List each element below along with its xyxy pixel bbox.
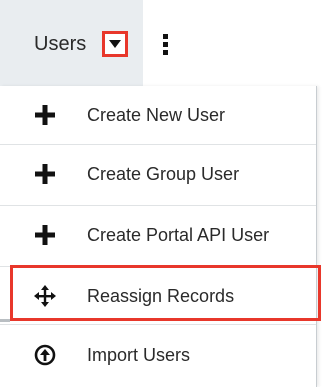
users-module-tab[interactable]: Users xyxy=(0,0,143,86)
move-arrows-icon xyxy=(34,285,56,307)
plus-icon xyxy=(35,164,55,184)
caret-down-icon xyxy=(109,40,121,48)
background-edge xyxy=(0,319,10,322)
users-actions-dropdown: Create New User Create Group User Create… xyxy=(0,86,317,387)
menu-divider xyxy=(0,324,316,325)
menu-item-label: Create New User xyxy=(87,105,226,125)
menu-item-create-new-user[interactable]: Create New User xyxy=(0,86,316,144)
plus-icon xyxy=(35,225,55,245)
menu-item-label: Reassign Records xyxy=(87,286,235,306)
users-tab-label: Users xyxy=(34,33,87,55)
menu-item-reassign-records[interactable]: Reassign Records xyxy=(0,267,316,325)
more-actions-button[interactable] xyxy=(159,30,175,58)
menu-item-label: Create Portal API User xyxy=(87,225,270,245)
vertical-ellipsis-icon xyxy=(163,34,168,55)
top-navigation-bar: Users xyxy=(0,0,323,86)
menu-item-create-group-user[interactable]: Create Group User xyxy=(0,145,316,203)
menu-item-import-users[interactable]: Import Users xyxy=(0,326,316,384)
menu-item-label: Create Group User xyxy=(87,164,240,184)
menu-item-create-portal-api-user[interactable]: Create Portal API User xyxy=(0,206,316,264)
menu-item-label: Import Users xyxy=(87,345,191,365)
circle-up-arrow-icon xyxy=(34,344,56,366)
plus-icon xyxy=(35,105,55,125)
users-menu-toggle-button[interactable] xyxy=(102,31,128,57)
